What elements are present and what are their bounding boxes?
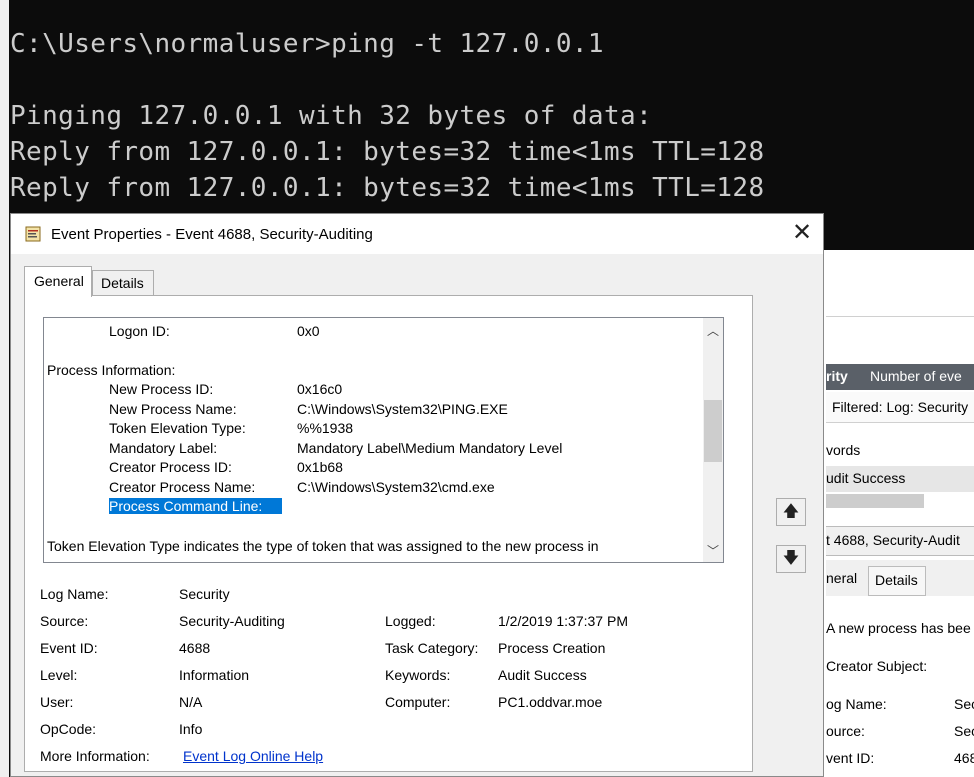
tab-general[interactable]: General	[24, 266, 92, 297]
console-line: Reply from 127.0.0.1: bytes=32 time<1ms …	[10, 137, 765, 167]
preview-event-id-value: 468	[954, 750, 974, 766]
preview-tab-details[interactable]: Details	[868, 566, 926, 596]
task-category-label: Task Category:	[385, 640, 479, 656]
dialog-titlebar[interactable]: Event Properties - Event 4688, Security-…	[11, 214, 823, 254]
field-label: Token Elevation Type:	[109, 420, 246, 436]
preview-log-name-label: og Name:	[826, 696, 887, 712]
event-log-online-help-link[interactable]: Event Log Online Help	[183, 748, 323, 764]
tab-details-label: Details	[101, 275, 144, 291]
header-count: Number of eve	[870, 368, 962, 384]
logon-id-label: Logon ID:	[109, 323, 170, 339]
description-scrollbar[interactable]: ︿ ﹀	[703, 318, 723, 562]
opcode-label: OpCode:	[40, 721, 97, 737]
preview-log-name-value: Sec	[954, 696, 974, 712]
dialog-title: Event Properties - Event 4688, Security-…	[51, 226, 373, 243]
field-value: 0x1b68	[297, 459, 343, 475]
divider	[826, 316, 974, 317]
field-label: New Process Name:	[109, 401, 237, 417]
console-line: Pinging 127.0.0.1 with 32 bytes of data:	[10, 101, 653, 131]
field-label: Creator Process Name:	[109, 479, 256, 495]
level-label: Level:	[40, 667, 78, 683]
preview-tab-details-label: Details	[875, 572, 918, 588]
field-value: Mandatory Label\Medium Mandatory Level	[297, 440, 563, 456]
log-name-value: Security	[179, 586, 230, 602]
selected-command-line[interactable]: Process Command Line:	[109, 498, 283, 514]
process-info-heading: Process Information:	[47, 362, 176, 378]
command-prompt-window: C:\Users\normaluser>ping -t 127.0.0.1 Pi…	[0, 0, 974, 240]
horizontal-scrollbar[interactable]	[826, 494, 924, 508]
general-tab-panel: Logon ID: 0x0 Process Information: New P…	[24, 295, 753, 772]
logged-label: Logged:	[385, 613, 436, 629]
window-edge	[0, 0, 9, 777]
event-preview-title: t 4688, Security-Audit	[826, 526, 974, 556]
row-keywords: udit Success	[826, 470, 906, 486]
event-description-box[interactable]: Logon ID: 0x0 Process Information: New P…	[43, 317, 724, 563]
source-label: Source:	[40, 613, 89, 629]
level-value: Information	[179, 667, 250, 683]
previous-event-button[interactable]: 🡅	[776, 498, 806, 526]
filter-bar: Filtered: Log: Security	[826, 392, 974, 423]
logon-id-value: 0x0	[297, 323, 320, 339]
field-value: %%1938	[297, 420, 354, 436]
opcode-value: Info	[179, 721, 203, 737]
arrow-up-icon: 🡅	[782, 503, 800, 520]
computer-label: Computer:	[385, 694, 451, 710]
source-value: Security-Auditing	[179, 613, 285, 629]
preview-event-id-label: vent ID:	[826, 750, 875, 766]
scroll-up-icon[interactable]: ︿	[706, 322, 720, 339]
field-value: 0x16c0	[297, 381, 343, 397]
field-label: Creator Process ID:	[109, 459, 232, 475]
header-security: rity	[826, 368, 848, 384]
next-event-button[interactable]: 🡇	[776, 545, 806, 573]
log-name-label: Log Name:	[40, 586, 109, 602]
event-row-selected[interactable]: udit Success	[826, 466, 974, 492]
scrollbar-thumb[interactable]	[704, 400, 722, 462]
preview-source-value: Sec	[954, 723, 974, 739]
logged-value: 1/2/2019 1:37:37 PM	[498, 613, 628, 629]
user-value: N/A	[179, 694, 203, 710]
scroll-down-icon[interactable]: ﹀	[706, 542, 720, 559]
user-label: User:	[40, 694, 74, 710]
task-category-value: Process Creation	[498, 640, 606, 656]
keywords-value: Audit Success	[498, 667, 587, 683]
preview-source-label: ource:	[826, 723, 865, 739]
more-info-label: More Information:	[40, 748, 150, 764]
description-footer: Token Elevation Type indicates the type …	[47, 538, 599, 554]
preview-title: t 4688, Security-Audit	[826, 532, 960, 548]
arrow-down-icon: 🡇	[782, 550, 800, 567]
column-keywords[interactable]: vords	[826, 442, 860, 458]
field-value: C:\Windows\System32\PING.EXE	[297, 401, 508, 417]
tab-general-label: General	[34, 273, 84, 289]
field-label: Mandatory Label:	[109, 440, 218, 456]
field-value: C:\Windows\System32\cmd.exe	[297, 479, 495, 495]
event-id-label: Event ID:	[40, 640, 98, 656]
event-list-header: rity Number of eve	[826, 364, 974, 390]
close-button[interactable]: ✕	[787, 218, 817, 248]
field-label: New Process ID:	[109, 381, 214, 397]
event-id-value: 4688	[179, 640, 211, 656]
preview-creator: Creator Subject:	[826, 658, 928, 674]
preview-desc: A new process has bee	[826, 620, 971, 636]
console-line: Reply from 127.0.0.1: bytes=32 time<1ms …	[10, 173, 765, 203]
close-icon: ✕	[791, 219, 813, 246]
tab-details[interactable]: Details	[92, 270, 154, 297]
event-viewer-icon	[25, 226, 41, 242]
keywords-label: Keywords:	[385, 667, 451, 683]
preview-tab-general[interactable]: neral	[826, 570, 857, 586]
event-properties-dialog: Event Properties - Event 4688, Security-…	[10, 213, 824, 777]
filter-text: Filtered: Log: Security	[832, 399, 969, 415]
console-line: C:\Users\normaluser>ping -t 127.0.0.1	[10, 29, 604, 59]
computer-value: PC1.oddvar.moe	[498, 694, 603, 710]
